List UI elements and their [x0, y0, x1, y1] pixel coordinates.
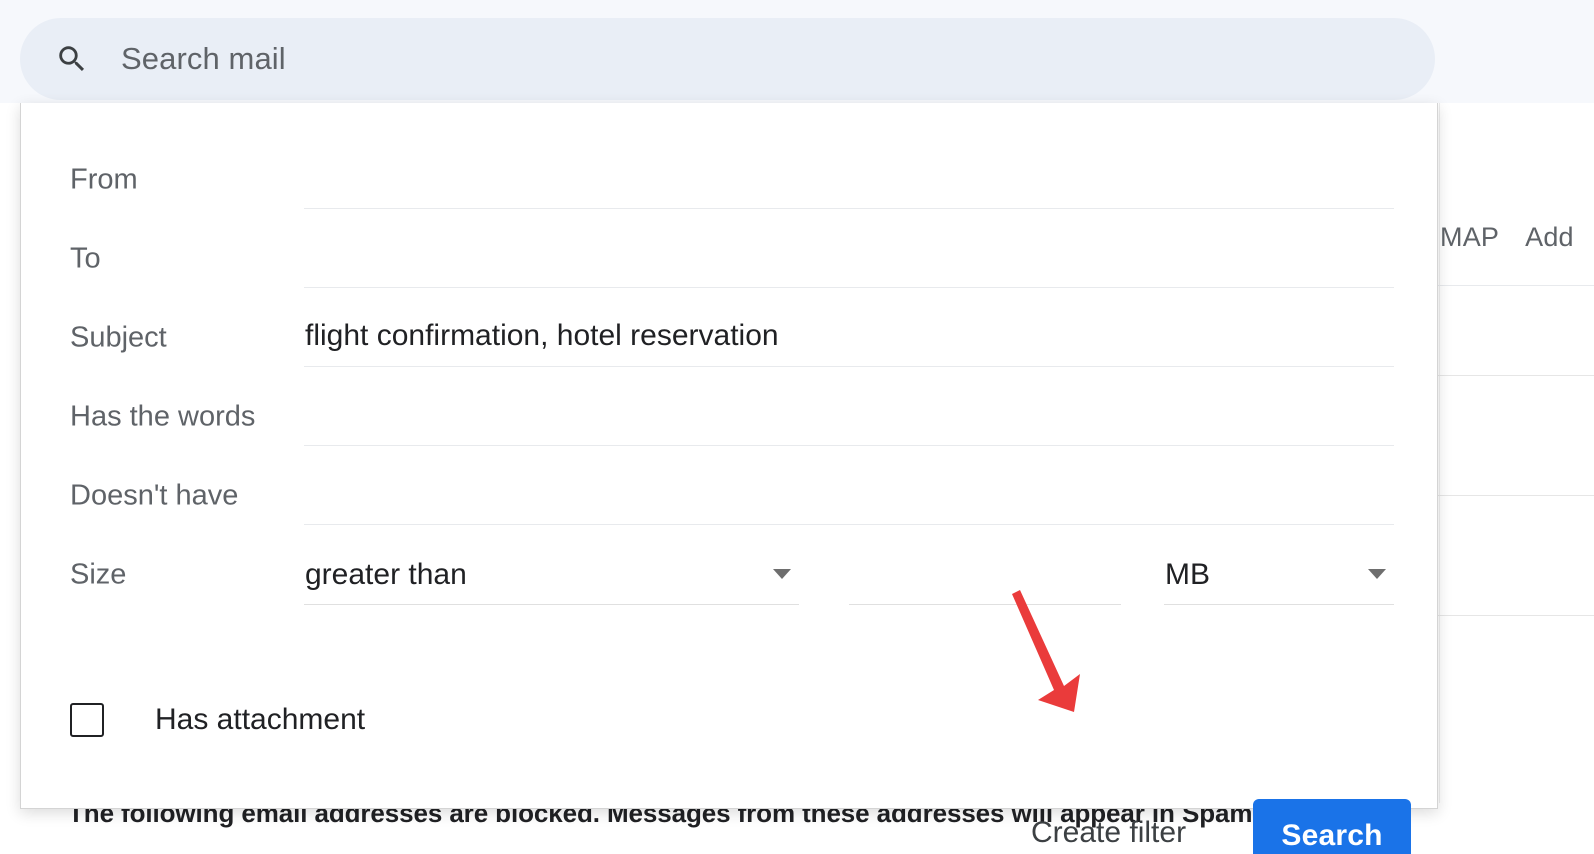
chevron-down-icon	[773, 569, 791, 579]
field-underline	[1164, 604, 1394, 605]
field-label-to: To	[70, 242, 101, 275]
field-value-subject: flight confirmation, hotel reservation	[305, 319, 779, 352]
field-input-subject[interactable]: flight confirmation, hotel reservation	[304, 288, 1394, 367]
tab-addresses[interactable]: Add	[1525, 222, 1574, 252]
table-row-divider	[1438, 375, 1594, 376]
field-label-from: From	[70, 163, 138, 196]
field-row-has-the-words: Has the words	[21, 367, 1437, 446]
field-underline	[304, 604, 799, 605]
size-operator-value: greater than	[305, 558, 467, 591]
field-input-to[interactable]	[304, 209, 1394, 288]
search-mail-bar[interactable]: Search mail	[20, 18, 1435, 100]
advanced-search-form: From To Subject flight confirmation, hot…	[21, 103, 1437, 854]
content-divider	[1439, 103, 1440, 803]
has-attachment-label: Has attachment	[155, 703, 366, 736]
field-input-has-the-words[interactable]	[304, 367, 1394, 446]
field-input-doesnt-have[interactable]	[304, 446, 1394, 525]
field-row-from: From	[21, 130, 1437, 209]
has-attachment-checkbox[interactable]	[70, 703, 104, 737]
size-operator-dropdown[interactable]: greater than	[304, 525, 799, 605]
size-amount-input[interactable]	[849, 525, 1121, 605]
table-row-divider	[1438, 495, 1594, 496]
field-input-from[interactable]	[304, 130, 1394, 209]
advanced-search-dialog: From To Subject flight confirmation, hot…	[20, 103, 1438, 854]
table-row-divider	[1438, 615, 1594, 616]
search-button[interactable]: Search	[1253, 799, 1411, 854]
settings-tabs: MAP Add	[1440, 222, 1594, 253]
chevron-down-icon	[1368, 569, 1386, 579]
field-underline	[849, 604, 1121, 605]
field-row-subject: Subject flight confirmation, hotel reser…	[21, 288, 1437, 367]
size-unit-value: MB	[1165, 558, 1210, 591]
field-label-has-the-words: Has the words	[70, 400, 256, 433]
size-unit-dropdown[interactable]: MB	[1164, 525, 1394, 605]
field-row-to: To	[21, 209, 1437, 288]
field-label-size: Size	[70, 558, 127, 591]
field-row-size: Size greater than MB	[21, 525, 1437, 605]
field-label-doesnt-have: Doesn't have	[70, 479, 239, 512]
screen: MAP Add The following email addresses are…	[0, 0, 1594, 854]
settings-tabs-underline	[1438, 285, 1594, 286]
create-filter-button[interactable]: Create filter	[1031, 816, 1186, 850]
field-label-subject: Subject	[70, 321, 167, 354]
search-input-placeholder[interactable]: Search mail	[121, 41, 286, 77]
tab-imap[interactable]: MAP	[1440, 222, 1499, 252]
field-row-doesnt-have: Doesn't have	[21, 446, 1437, 525]
search-icon	[59, 46, 85, 72]
has-attachment-row[interactable]: Has attachment	[70, 703, 365, 737]
